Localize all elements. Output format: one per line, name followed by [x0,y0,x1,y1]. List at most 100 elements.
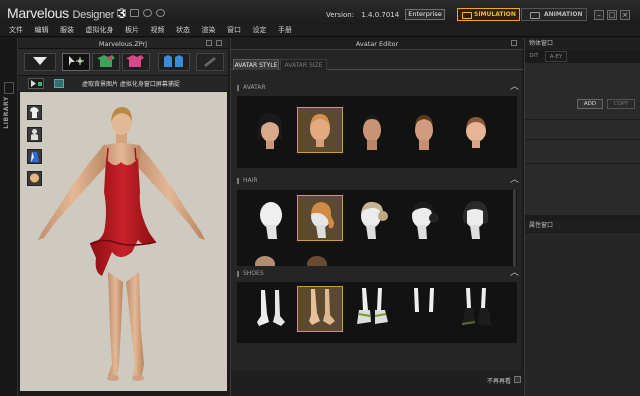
divider [525,163,640,164]
avatar-thumb-child[interactable] [453,107,499,153]
garment-pink-tool-button[interactable] [122,53,150,71]
close-panel-icon[interactable] [216,40,222,46]
app-logo: Marvelous Designer 3 [7,5,125,21]
animation-mode-button[interactable]: ANIMATION [521,8,587,21]
pen-icon [204,57,216,67]
app-name-suffix: Designer [72,9,115,21]
menu-bar: 文件 编辑 服装 虚拟化身 板片 视频 状态 渲染 窗口 设定 手册 [0,24,640,37]
viewport-title: Marvelous.ZPrj [98,40,148,48]
extra-tool-button[interactable] [196,53,224,71]
garment-icon [97,55,115,67]
chart-icon[interactable] [130,9,139,17]
menu-render[interactable]: 渲染 [202,24,216,36]
menu-status[interactable]: 状态 [176,24,190,36]
arrow-down-icon [33,57,47,65]
shoes-thumb-barefoot[interactable] [247,286,293,332]
redo-icon[interactable] [156,9,165,17]
object-browser-tabs: DIT A-EY [525,51,640,62]
menu-window[interactable]: 窗口 [227,24,241,36]
library-strip: LIBRARY [0,38,18,396]
avatar-model[interactable] [20,92,227,391]
hair-thumb-bald[interactable] [247,195,293,241]
add-button[interactable]: ADD [577,99,603,109]
hair-scrollbar[interactable] [513,190,516,266]
avatar-thumb-female-asian[interactable] [247,107,293,153]
hair-thumb-ponytail-selected[interactable] [297,195,343,241]
version-info: Version: 1.4.0.7014 [326,11,399,19]
tab-avatar-style[interactable]: AVATAR STYLE [233,59,279,70]
menu-file[interactable]: 文件 [9,24,23,36]
edition-badge: Enterprise [405,9,445,20]
avatar-thumb-female-selected[interactable] [297,107,343,153]
menu-avatar[interactable]: 虚拟化身 [86,24,114,36]
section-title-avatar: AVATAR [243,84,266,91]
avatar-thumbnails [237,96,517,168]
object-browser-body: ADD COPY [525,63,640,215]
viewport-sub-buttons[interactable]: 虚取背景图片 虚拟化身窗口屏幕捕捉 [82,79,180,88]
dont-show-again-label: 不再再看 [487,378,512,385]
section-title-hair: HAIR [243,177,258,184]
shoes-thumb-boots[interactable] [453,286,499,332]
viewport-subbar: 虚取背景图片 虚拟化身窗口屏幕捕捉 [18,76,228,91]
editor-close-icon[interactable] [511,40,517,46]
menu-edit[interactable]: 编辑 [35,24,49,36]
hair-thumb-updo[interactable] [349,195,395,241]
avatar-thumb-male-asian[interactable] [349,107,395,153]
object-browser-header: 物体窗口 [525,38,640,50]
shirt-tool-button[interactable] [158,53,190,71]
hair-thumb-row2[interactable] [251,252,327,266]
undo-icon[interactable] [143,9,152,17]
menu-settings[interactable]: 设定 [253,24,267,36]
avatar-thumb-male-caucasian[interactable] [401,107,447,153]
tab-dit[interactable]: DIT [525,51,543,62]
move-icon [69,56,84,66]
avatar-editor-panel: Avatar Editor AVATAR STYLE AVATAR SIZE A… [230,38,523,396]
collapse-chevron-icon[interactable]: ︿ [510,268,519,278]
select-tool-button[interactable] [24,53,56,71]
section-header-hair[interactable]: HAIR ︿ [237,175,519,186]
avatar-editor-header: Avatar Editor [231,38,523,50]
garment-pink-icon [126,55,144,67]
section-header-avatar[interactable]: AVATAR ︿ [237,82,519,93]
viewport-header: Marvelous.ZPrj [18,38,228,49]
float-panel-icon[interactable] [206,40,212,46]
grid-toggle-icon[interactable] [54,79,64,88]
hair-thumb-bob[interactable] [453,195,499,241]
dont-show-again-checkbox[interactable] [514,376,521,383]
play-icon [31,80,42,87]
menu-pattern[interactable]: 板片 [125,24,139,36]
shoes-thumb-heels-selected[interactable] [297,286,343,332]
shirt-icon [164,55,183,67]
save-icon[interactable] [117,9,126,17]
copy-button[interactable]: COPY [607,99,635,109]
shoes-thumb-sneakers[interactable] [349,286,395,332]
hair-thumb-bun-dark[interactable] [401,195,447,241]
tab-a-ey[interactable]: A-EY [545,51,567,62]
shoes-thumbnails [237,282,517,343]
tab-avatar-size[interactable]: AVATAR SIZE [280,59,327,70]
minimize-button[interactable]: – [594,10,604,20]
library-tab[interactable]: LIBRARY [3,96,10,129]
simulation-mode-button[interactable]: SIMULATION [457,8,520,21]
quick-access-toolbar [117,9,165,17]
collapse-chevron-icon[interactable]: ︿ [510,175,519,185]
garment-tool-button[interactable] [92,53,120,71]
play-simulation-button[interactable] [28,78,44,89]
menu-video[interactable]: 视频 [151,24,165,36]
divider [525,119,640,120]
collapse-chevron-icon[interactable]: ︿ [510,82,519,92]
transform-tool-button[interactable] [62,53,90,71]
close-button[interactable]: × [620,10,630,20]
version-label: Version: [326,11,355,19]
3d-viewport[interactable] [20,92,227,391]
viewport-toolbar [18,49,228,76]
menu-garment[interactable]: 服装 [60,24,74,36]
maximize-button[interactable]: □ [607,10,617,20]
object-browser-panel: 物体窗口 DIT A-EY ADD COPY 属性窗口 [524,38,640,396]
menu-manual[interactable]: 手册 [278,24,292,36]
library-toggle-icon[interactable] [4,82,14,94]
divider [525,139,640,140]
section-header-shoes[interactable]: SHOES ︿ [237,268,519,279]
shoes-thumb-strappy-heels[interactable] [401,286,447,332]
hair-thumbnails [237,190,517,266]
